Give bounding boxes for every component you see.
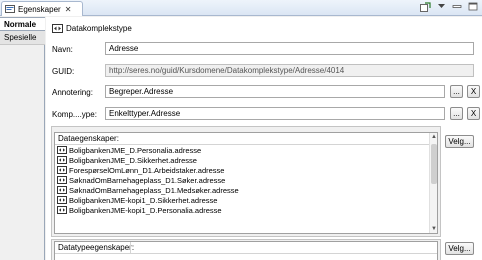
property-sections-sidebar: Normale Spesielle	[0, 17, 45, 260]
scroll-up-icon[interactable]: ▲	[430, 133, 437, 141]
view-title: Egenskaper	[18, 4, 61, 14]
datatypeegenskaper-header: Datatypeegenskaper:	[55, 242, 437, 254]
properties-panel: Datakomplekstype Navn: Adresse GUID: htt…	[46, 17, 482, 260]
maximize-icon[interactable]	[467, 2, 479, 13]
datatypeegenskaper-table[interactable]: Datatypeegenskaper:	[54, 241, 438, 260]
komponenttype-clear-button[interactable]: X	[467, 107, 480, 120]
datatypeegenskaper-velg-button[interactable]: Velg...	[445, 242, 474, 255]
attribute-icon	[57, 146, 67, 154]
list-item-label: ForespørselOmLønn_D1.Arbeidstaker.adress…	[69, 165, 225, 175]
list-item[interactable]: ForespørselOmLønn_D1.Arbeidstaker.adress…	[55, 165, 437, 175]
list-item-label: BoligbankenJME_D.Personalia.adresse	[69, 145, 202, 155]
list-item-label: SøknadOmBarnehageplass_D1.Søker.adresse	[69, 175, 226, 185]
annotering-browse-button[interactable]: ...	[450, 85, 463, 98]
element-type-header: Datakomplekstype	[52, 24, 132, 33]
attribute-icon	[57, 176, 67, 184]
properties-icon	[5, 5, 15, 13]
tab-spesielle[interactable]: Spesielle	[0, 31, 45, 45]
complex-type-icon	[52, 24, 63, 33]
attribute-icon	[57, 196, 67, 204]
view-title-bar: Egenskaper ✕	[0, 0, 482, 16]
list-item[interactable]: BoligbankenJME-kopi1_D.Personalia.adress…	[55, 205, 437, 215]
datatypeegenskaper-header-label: Datatypeegenskaper:	[58, 243, 135, 252]
dataegenskaper-scrollbar[interactable]: ▲ ▼	[429, 133, 437, 233]
tab-normale[interactable]: Normale	[0, 17, 45, 31]
scroll-down-icon[interactable]: ▼	[430, 225, 437, 233]
guid-label: GUID:	[52, 67, 75, 76]
komponenttype-label: Komp....ype:	[52, 110, 97, 119]
column-divider	[130, 242, 131, 254]
annotering-field[interactable]: Begreper.Adresse	[105, 85, 445, 98]
list-item[interactable]: SøknadOmBarnehageplass_D1.Søker.adresse	[55, 175, 437, 185]
list-item[interactable]: BoligbankenJME-kopi1_D.Sikkerhet.adresse	[55, 195, 437, 205]
list-item-label: BoligbankenJME_D.Sikkerhet.adresse	[69, 155, 197, 165]
view-tab-egenskaper[interactable]: Egenskaper ✕	[1, 1, 83, 16]
new-view-icon[interactable]	[419, 2, 431, 13]
dataegenskaper-header: Dataegenskaper:	[55, 133, 437, 145]
close-icon[interactable]: ✕	[65, 5, 72, 14]
annotering-label: Annotering:	[52, 88, 93, 97]
dataegenskaper-header-label: Dataegenskaper:	[58, 134, 119, 143]
komponenttype-field[interactable]: Enkelttyper.Adresse	[105, 107, 445, 120]
list-item[interactable]: BoligbankenJME_D.Personalia.adresse	[55, 145, 437, 155]
dataegenskaper-velg-button[interactable]: Velg...	[445, 135, 474, 148]
guid-field[interactable]: http://seres.no/guid/Kursdomene/Datakomp…	[105, 64, 474, 77]
list-item[interactable]: BoligbankenJME_D.Sikkerhet.adresse	[55, 155, 437, 165]
navn-label: Navn:	[52, 45, 73, 54]
attribute-icon	[57, 166, 67, 174]
list-item-label: BoligbankenJME-kopi1_D.Personalia.adress…	[69, 205, 222, 215]
komponenttype-browse-button[interactable]: ...	[450, 107, 463, 120]
dataegenskaper-table[interactable]: Dataegenskaper: BoligbankenJME_D.Persona…	[54, 132, 438, 234]
view-menu-icon[interactable]	[435, 2, 447, 13]
element-type-label: Datakomplekstype	[66, 24, 132, 33]
list-item-label: SøknadOmBarnehageplass_D1.Medsøker.adres…	[69, 185, 239, 195]
minimize-icon[interactable]	[451, 2, 463, 13]
scroll-thumb[interactable]	[431, 144, 437, 184]
annotering-clear-button[interactable]: X	[467, 85, 480, 98]
attribute-icon	[57, 156, 67, 164]
attribute-icon	[57, 206, 67, 214]
list-item-label: BoligbankenJME-kopi1_D.Sikkerhet.adresse	[69, 195, 218, 205]
attribute-icon	[57, 186, 67, 194]
navn-field[interactable]: Adresse	[105, 42, 474, 55]
list-item[interactable]: SøknadOmBarnehageplass_D1.Medsøker.adres…	[55, 185, 437, 195]
dataegenskaper-rows: BoligbankenJME_D.Personalia.adresse Bolig…	[55, 145, 437, 215]
